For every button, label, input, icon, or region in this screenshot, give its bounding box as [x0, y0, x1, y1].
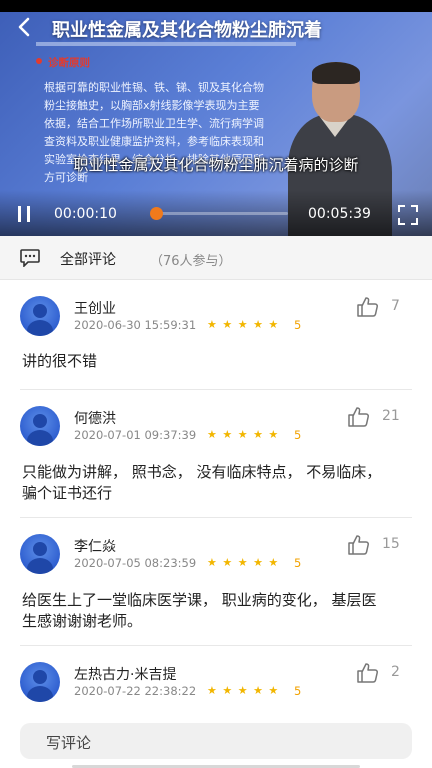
avatar[interactable]	[20, 662, 60, 702]
fullscreen-icon[interactable]	[398, 205, 418, 225]
slide-line: 粉尘接触史，以胸部x射线影像学表现为主要	[44, 99, 260, 112]
total-time: 00:05:39	[308, 206, 371, 222]
rating-score: 5	[294, 428, 302, 442]
rating-score: 5	[294, 318, 302, 332]
rating-stars: ★ ★ ★ ★ ★	[207, 318, 280, 331]
thumbs-up-icon[interactable]	[348, 535, 370, 555]
rating-stars: ★ ★ ★ ★ ★	[207, 684, 280, 697]
thumbs-up-icon[interactable]	[348, 407, 370, 427]
comment-text-line: 生感谢谢谢老师。	[22, 612, 143, 630]
like-count: 21	[382, 408, 400, 424]
like-count: 7	[391, 298, 400, 314]
thumbs-up-icon[interactable]	[357, 663, 379, 683]
seek-thumb[interactable]	[150, 207, 164, 220]
commenter-name: 李仁焱	[74, 539, 116, 555]
thumbs-up-icon[interactable]	[357, 297, 379, 317]
comment-text: 讲的很不错	[22, 352, 98, 370]
bottom-bar: 写评论	[0, 716, 432, 768]
slide-line: 查资料及职业健康监护资料，参考临床表现和	[44, 135, 264, 148]
comment-item: 王创业 2020-06-30 15:59:31 ★ ★ ★ ★ ★ 5 7 讲的…	[0, 280, 432, 390]
status-bar	[0, 0, 432, 12]
rating-score: 5	[294, 556, 302, 570]
write-comment-input[interactable]: 写评论	[20, 723, 412, 759]
pause-icon[interactable]	[14, 204, 34, 224]
seek-bar[interactable]	[150, 207, 288, 220]
comment-timestamp: 2020-07-05 08:23:59	[74, 556, 197, 570]
comment-item: 李仁焱 2020-07-05 08:23:59 ★ ★ ★ ★ ★ 5 15 给…	[0, 518, 432, 646]
comment-timestamp: 2020-06-30 15:59:31	[74, 318, 197, 332]
comment-text-line: 骗个证书还行	[22, 484, 113, 502]
rating-stars: ★ ★ ★ ★ ★	[207, 428, 280, 441]
current-time: 00:00:10	[54, 206, 117, 222]
comment-item: 左热古力·米吉提 2020-07-22 22:38:22 ★ ★ ★ ★ ★ 5…	[0, 646, 432, 716]
slide-line: 根据可靠的职业性锡、铁、锑、钡及其化合物	[44, 81, 264, 94]
avatar[interactable]	[20, 534, 60, 574]
comment-timestamp: 2020-07-01 09:37:39	[74, 428, 197, 442]
video-title: 职业性金属及其化合物粉尘肺沉着	[52, 20, 322, 41]
comment-item: 何德洪 2020-07-01 09:37:39 ★ ★ ★ ★ ★ 5 21 只…	[0, 390, 432, 518]
slide-heading: 诊断原则	[48, 57, 90, 69]
comment-text-line: 给医生上了一堂临床医学课， 职业病的变化， 基层医	[22, 591, 377, 609]
commenter-name: 左热古力·米吉提	[74, 667, 177, 683]
comment-text: 只能做为讲解， 照书念， 没有临床特点， 不易临床， 骗个证书还行	[22, 462, 414, 504]
rating-score: 5	[294, 684, 302, 698]
commenter-name: 王创业	[74, 301, 116, 317]
comment-text: 给医生上了一堂临床医学课， 职业病的变化， 基层医 生感谢谢谢老师。	[22, 590, 414, 632]
like-count: 2	[391, 664, 400, 680]
comments-title: 全部评论	[60, 252, 116, 268]
comment-timestamp: 2020-07-22 22:38:22	[74, 684, 197, 698]
avatar[interactable]	[20, 296, 60, 336]
comment-bubble-icon	[20, 249, 40, 267]
slide-header-bar	[36, 42, 296, 46]
slide-bullet-icon	[36, 58, 42, 64]
comments-header: 全部评论 （76人参与）	[0, 236, 432, 280]
avatar[interactable]	[20, 406, 60, 446]
comment-text-line: 只能做为讲解， 照书念， 没有临床特点， 不易临床，	[22, 463, 382, 481]
commenter-name: 何德洪	[74, 411, 116, 427]
write-comment-label: 写评论	[46, 734, 92, 752]
video-subtitle: 职业性金属及其化合物粉尘肺沉着病的诊断	[73, 156, 359, 174]
video-player[interactable]: 诊断原则 根据可靠的职业性锡、铁、锑、钡及其化合物 粉尘接触史，以胸部x射线影像…	[0, 0, 432, 236]
back-arrow-icon[interactable]	[14, 16, 36, 38]
rating-stars: ★ ★ ★ ★ ★	[207, 556, 280, 569]
comments-count: （76人参与）	[150, 254, 232, 269]
slide-line: 依据，结合工作场所职业卫生学、流行病学调	[44, 117, 264, 130]
like-count: 15	[382, 536, 400, 552]
